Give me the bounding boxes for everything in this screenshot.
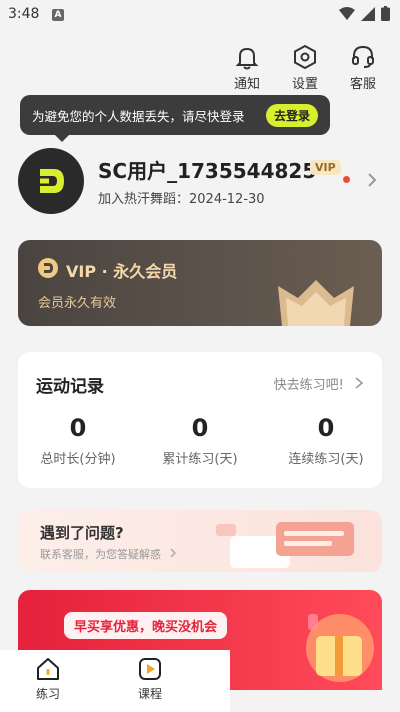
house-icon: [37, 658, 59, 680]
play-square-icon: [139, 658, 161, 680]
customer-service-label: 客服: [349, 77, 376, 92]
settings-button[interactable]: 设置: [284, 44, 326, 92]
settings-hexagon-icon: [294, 44, 316, 70]
vip-title: VIP · 永久会员: [66, 262, 178, 281]
tooltip-arrow: [54, 134, 70, 142]
app-notification-icon: A: [52, 9, 64, 21]
join-date: 加入热汗舞蹈：2024-12-30: [98, 188, 265, 207]
tab-practice[interactable]: 练习: [18, 656, 78, 702]
customer-service-button[interactable]: 客服: [342, 44, 384, 92]
wifi-icon: [339, 6, 355, 20]
username[interactable]: SC用户_1735544825: [98, 155, 316, 184]
chat-bubbles-icon: [216, 522, 354, 568]
tab-courses-label: 课程: [137, 687, 162, 701]
help-card[interactable]: 遇到了问题? 联系客服，为您答疑解惑: [18, 510, 382, 572]
battery-icon: [381, 6, 390, 21]
go-practice-link[interactable]: 快去练习吧!: [274, 374, 364, 393]
tab-courses[interactable]: 课程: [120, 656, 180, 702]
avatar[interactable]: [18, 148, 84, 214]
stat-label: 连续练习(天): [288, 452, 364, 467]
notification-dot: [343, 176, 350, 183]
vip-badge: VIP: [310, 160, 341, 175]
top-actions: 通知 设置 客服: [226, 44, 384, 92]
join-date-label: 加入热汗舞蹈：: [98, 192, 190, 207]
vip-membership-card[interactable]: VIP · 永久会员 会员永久有效: [18, 240, 382, 326]
headset-icon: [352, 45, 374, 68]
app-logo-icon: [40, 169, 64, 193]
notification-button[interactable]: 通知: [226, 44, 268, 92]
status-time: 3:48: [8, 6, 40, 22]
help-title: 遇到了问题?: [40, 524, 124, 542]
chevron-right-icon: [355, 377, 364, 389]
exercise-record-title: 运动记录: [36, 377, 104, 397]
profile-chevron-right-icon[interactable]: [366, 172, 378, 188]
chevron-right-icon: [170, 548, 176, 558]
stat-label: 总时长(分钟): [40, 452, 116, 467]
gift-decoration-icon: [306, 614, 374, 682]
stat-value: 0: [317, 414, 335, 442]
settings-label: 设置: [291, 77, 318, 92]
stat-consecutive-days: 0 连续练习(天): [266, 414, 386, 467]
stat-value: 0: [191, 414, 209, 442]
status-right-icons: [339, 6, 390, 21]
stat-cumulative-days: 0 累计练习(天): [140, 414, 260, 467]
stat-total-duration: 0 总时长(分钟): [18, 414, 138, 467]
signal-icon: [361, 6, 375, 21]
bottom-tab-bar: 练习 课程: [0, 650, 230, 712]
promo-pill: 早买享优惠，晚买没机会: [64, 612, 228, 639]
login-button[interactable]: 去登录: [265, 104, 318, 127]
go-practice-label: 快去练习吧!: [273, 378, 344, 393]
vip-subtitle: 会员永久有效: [38, 296, 117, 311]
login-reminder-text: 为避免您的个人数据丢失，请尽快登录: [32, 108, 245, 124]
bell-icon: [235, 47, 259, 70]
vip-logo-icon: [38, 258, 58, 278]
notification-label: 通知: [233, 77, 260, 92]
crown-decoration-icon: [278, 280, 354, 326]
stat-label: 累计练习(天): [162, 452, 238, 467]
stat-value: 0: [69, 414, 87, 442]
join-date-value: 2024-12-30: [189, 192, 265, 207]
help-subtitle: 联系客服，为您答疑解惑: [40, 546, 177, 562]
status-bar: 3:48 A: [0, 0, 400, 28]
help-subtitle-text: 联系客服，为您答疑解惑: [40, 548, 161, 561]
tab-practice-label: 练习: [35, 687, 60, 701]
exercise-record-card: 运动记录 快去练习吧! 0 总时长(分钟) 0 累计练习(天) 0 连续练习(天…: [18, 352, 382, 488]
login-reminder-tooltip: 为避免您的个人数据丢失，请尽快登录 去登录: [20, 95, 330, 142]
